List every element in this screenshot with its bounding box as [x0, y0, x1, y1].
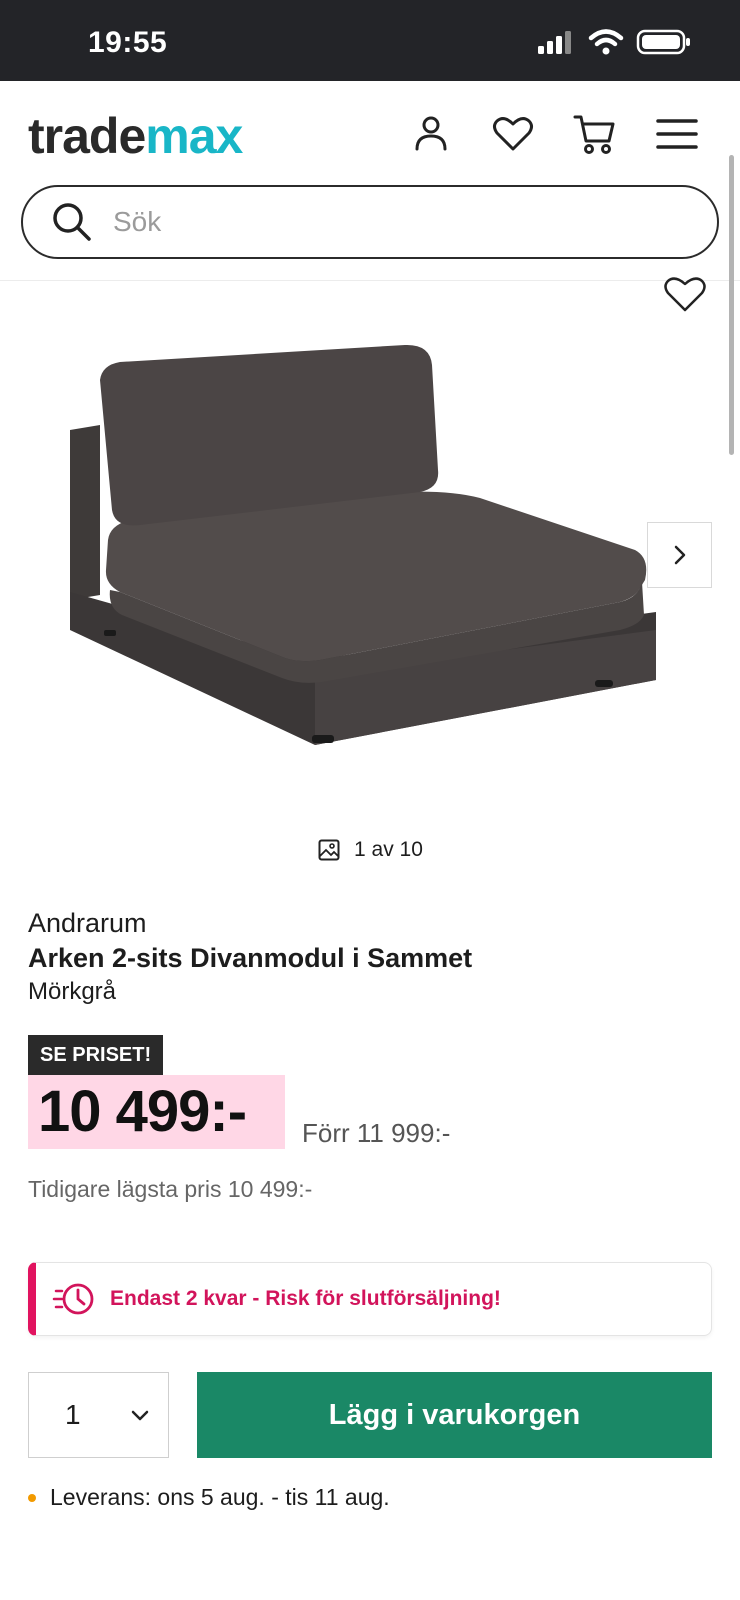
- site-header: trademax: [0, 81, 740, 281]
- status-bar: 19:55: [0, 0, 740, 81]
- logo-text-max: max: [145, 108, 243, 164]
- gallery-next-button[interactable]: [647, 522, 712, 588]
- add-to-cart-button[interactable]: Lägg i varukorgen: [197, 1372, 712, 1458]
- account-icon[interactable]: [408, 111, 454, 157]
- quantity-value: 1: [65, 1399, 81, 1430]
- search-icon: [49, 199, 95, 245]
- wishlist-heart-icon[interactable]: [490, 111, 536, 157]
- cart-icon[interactable]: [572, 111, 618, 157]
- delivery-info: Leverans: ons 5 aug. - tis 11 aug.: [28, 1484, 390, 1511]
- search-input[interactable]: [113, 206, 673, 238]
- previous-price: Förr 11 999:-: [302, 1118, 451, 1148]
- gallery-counter[interactable]: 1 av 10: [318, 838, 423, 862]
- quantity-select[interactable]: 1: [28, 1372, 169, 1458]
- product-price: 10 499:-: [28, 1075, 285, 1149]
- product-title: Arken 2-sits Divanmodul i Sammet: [28, 943, 473, 973]
- stock-alert: Endast 2 kvar - Risk för slutförsäljning…: [28, 1262, 712, 1336]
- product-brand[interactable]: Andrarum: [28, 908, 147, 939]
- logo-text-trade: trade: [28, 108, 146, 164]
- lowest-price-note: Tidigare lägsta pris 10 499:-: [28, 1176, 313, 1202]
- clock-speed-icon: [52, 1277, 96, 1321]
- search-bar[interactable]: [21, 185, 719, 259]
- gallery-counter-text: 1 av 10: [354, 838, 423, 861]
- page-scrollbar[interactable]: [729, 155, 734, 455]
- delivery-text: Leverans: ons 5 aug. - tis 11 aug.: [50, 1484, 390, 1510]
- status-icons: [536, 28, 692, 56]
- product-image-sofa[interactable]: [60, 330, 680, 770]
- signal-icon: [538, 31, 571, 54]
- chevron-right-icon: [674, 545, 685, 565]
- delivery-status-dot: [28, 1493, 36, 1502]
- product-favorite-heart-icon[interactable]: [662, 274, 708, 314]
- status-time: 19:55: [88, 26, 168, 59]
- stock-alert-text: Endast 2 kvar - Risk för slutförsäljning…: [110, 1287, 501, 1310]
- trademax-logo[interactable]: trademax: [28, 107, 243, 165]
- chevron-down-icon: [131, 1410, 149, 1421]
- wifi-icon: [588, 29, 624, 55]
- image-icon: [318, 839, 340, 861]
- menu-hamburger-icon[interactable]: [654, 111, 700, 157]
- header-actions: [408, 111, 700, 157]
- battery-icon: [636, 29, 690, 55]
- product-variant: Mörkgrå: [28, 978, 117, 1005]
- price-badge: SE PRISET!: [28, 1035, 164, 1075]
